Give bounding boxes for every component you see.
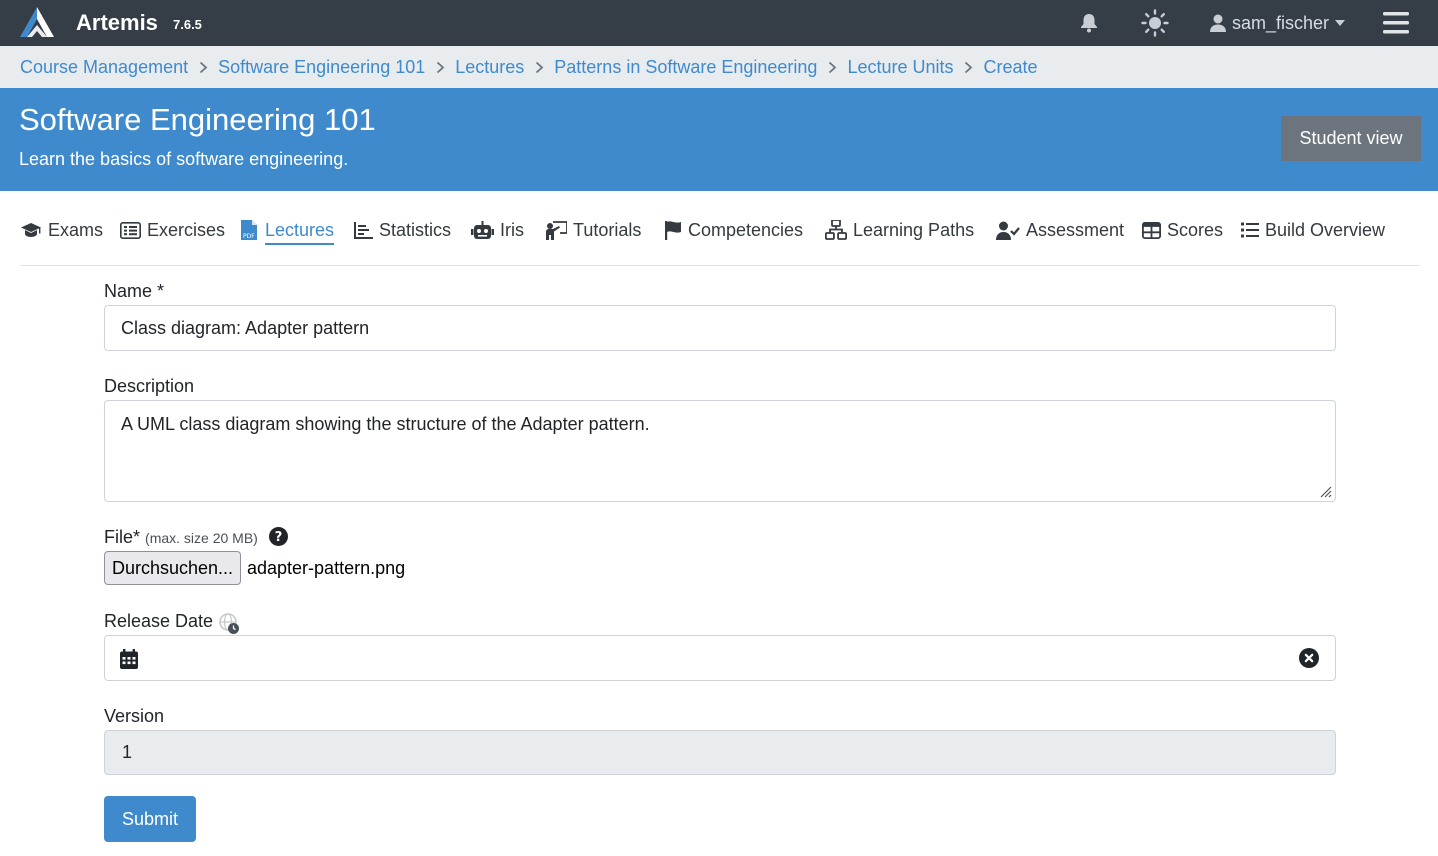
description-value: A UML class diagram showing the structur…	[121, 414, 650, 434]
tab-competencies[interactable]: Competencies	[665, 215, 803, 245]
tab-label: Competencies	[688, 219, 804, 240]
tab-scores[interactable]: Scores	[1142, 215, 1223, 245]
user-menu[interactable]: sam_fischer	[1210, 8, 1346, 38]
breadcrumb-lecture-units[interactable]: Lecture Units	[847, 57, 953, 78]
user-check-icon	[996, 221, 1020, 240]
name-value: Class diagram: Adapter pattern	[121, 317, 370, 338]
tab-exams[interactable]: Exams	[20, 215, 103, 245]
list-icon	[1241, 222, 1259, 238]
description-textarea[interactable]: A UML class diagram showing the structur…	[104, 400, 1336, 502]
chevron-right-icon	[954, 61, 984, 74]
tab-tutorials[interactable]: Tutorials	[545, 215, 641, 245]
tab-build-overview[interactable]: Build Overview	[1241, 215, 1385, 245]
selected-file-name: adapter-pattern.png	[247, 558, 406, 578]
artemis-logo-icon[interactable]	[18, 5, 56, 39]
tab-iris[interactable]: Iris	[471, 215, 524, 245]
tab-lectures[interactable]: PDF Lectures	[240, 215, 335, 245]
breadcrumb-lectures[interactable]: Lectures	[455, 57, 524, 78]
chevron-right-icon	[524, 61, 554, 74]
chevron-right-icon	[817, 61, 847, 74]
file-browse-button[interactable]: Durchsuchen...	[104, 551, 241, 585]
globe-clock-icon[interactable]	[218, 613, 240, 635]
breadcrumb-create[interactable]: Create	[984, 57, 1038, 78]
course-title: Software Engineering 101	[19, 102, 376, 137]
tab-exercises[interactable]: Exercises	[120, 215, 225, 245]
tab-learning-paths[interactable]: Learning Paths	[825, 215, 974, 245]
tab-statistics[interactable]: Statistics	[354, 215, 451, 245]
table-icon	[1142, 221, 1161, 239]
chart-icon	[354, 221, 373, 239]
breadcrumb-course[interactable]: Software Engineering 101	[218, 57, 425, 78]
file-size-hint: (max. size 20 MB)	[145, 530, 258, 546]
tab-label: Assessment	[1026, 219, 1125, 240]
tab-label: Exercises	[147, 219, 226, 240]
course-header: Software Engineering 101 Learn the basic…	[0, 88, 1438, 191]
tab-label: Exams	[48, 219, 104, 240]
version-label: Version	[104, 706, 165, 726]
list-alt-icon	[120, 221, 141, 239]
name-input[interactable]: Class diagram: Adapter pattern	[104, 305, 1336, 351]
tab-label: Tutorials	[573, 219, 642, 240]
chevron-right-icon	[425, 61, 455, 74]
breadcrumb-lecture[interactable]: Patterns in Software Engineering	[554, 57, 817, 78]
tab-label: Learning Paths	[853, 219, 975, 240]
course-tabs: Exams Exercises PDF Lectures Statistics …	[20, 191, 1420, 266]
brand-name[interactable]: Artemis	[76, 10, 158, 36]
robot-icon	[471, 220, 494, 239]
caret-down-icon	[1335, 20, 1346, 26]
app-version: 7.6.5	[173, 17, 202, 32]
graduation-cap-icon	[21, 223, 41, 237]
file-label-row: File* (max. size 20 MB) ?	[104, 527, 288, 548]
flag-icon	[665, 220, 681, 240]
release-date-input[interactable]	[104, 635, 1336, 681]
resize-handle-icon[interactable]	[1320, 486, 1332, 498]
svg-text:?: ?	[275, 530, 283, 545]
top-navbar: Artemis 7.6.5 sam_fischer	[0, 0, 1438, 46]
tab-label: Statistics	[379, 219, 452, 240]
tab-label: Iris	[500, 219, 524, 240]
file-label: File*	[104, 527, 141, 547]
course-description: Learn the basics of software engineering…	[19, 149, 349, 169]
username: sam_fischer	[1232, 12, 1330, 33]
user-icon	[1210, 14, 1226, 32]
bell-icon[interactable]	[1078, 10, 1100, 36]
chevron-right-icon	[188, 61, 218, 74]
svg-text:PDF: PDF	[243, 233, 255, 240]
calendar-icon[interactable]	[120, 649, 138, 669]
tab-label: Scores	[1167, 219, 1224, 240]
network-icon	[825, 220, 847, 240]
clear-circle-icon[interactable]	[1299, 648, 1319, 668]
version-input: 1	[104, 730, 1336, 775]
tab-label: Build Overview	[1265, 219, 1386, 240]
question-circle-icon[interactable]: ?	[268, 527, 288, 546]
description-label: Description	[104, 376, 195, 396]
submit-button[interactable]: Submit	[104, 796, 196, 842]
name-label: Name *	[104, 281, 165, 301]
chalkboard-teacher-icon	[546, 220, 567, 240]
sun-icon[interactable]	[1140, 9, 1170, 37]
release-date-label: Release Date	[104, 611, 214, 631]
breadcrumb: Course Management Software Engineering 1…	[0, 46, 1438, 88]
file-pdf-icon: PDF	[241, 220, 257, 240]
tab-label: Lectures	[265, 220, 335, 245]
tab-assessment[interactable]: Assessment	[996, 215, 1124, 245]
student-view-button[interactable]: Student view	[1281, 116, 1421, 161]
version-value: 1	[122, 742, 133, 762]
breadcrumb-course-management[interactable]: Course Management	[20, 57, 188, 78]
hamburger-menu-icon[interactable]	[1382, 10, 1410, 36]
